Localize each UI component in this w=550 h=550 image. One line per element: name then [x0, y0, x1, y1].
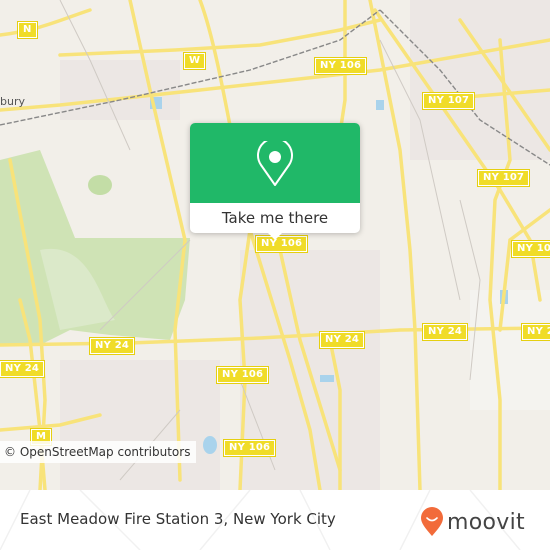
take-me-there-button[interactable]: Take me there: [190, 203, 360, 233]
attribution-text[interactable]: © OpenStreetMap contributors: [4, 445, 190, 459]
moovit-logo[interactable]: moovit: [420, 507, 525, 537]
map-view[interactable]: bury N W NY 106 NY 107 NY 107 NY 107 NY …: [0, 0, 550, 490]
route-shield: NY 107: [421, 92, 476, 110]
route-shield: NY 24: [520, 323, 550, 341]
route-shield: NY 107: [510, 240, 550, 258]
route-shield: NY 106: [222, 439, 277, 457]
popup-header: [190, 123, 360, 203]
route-shield: NY 107: [476, 169, 531, 187]
route-shield: NY 106: [215, 366, 270, 384]
route-shield: N: [17, 21, 38, 39]
route-shield: NY 24: [318, 331, 366, 349]
map-pin-icon: [257, 141, 293, 186]
brand-name: moovit: [447, 509, 525, 535]
popup-tail: [268, 233, 282, 240]
place-label: bury: [0, 95, 25, 108]
route-shield: NY 24: [88, 337, 136, 355]
route-shield: NY 24: [0, 360, 46, 378]
route-shield: W: [182, 52, 207, 70]
destination-popup: Take me there: [190, 123, 360, 240]
moovit-pin-icon: [421, 507, 443, 536]
location-title: East Meadow Fire Station 3, New York Cit…: [20, 510, 336, 528]
route-shield: NY 24: [421, 323, 469, 341]
route-shield: NY 106: [313, 57, 368, 75]
map-attribution[interactable]: © OpenStreetMap contributors: [0, 441, 197, 463]
